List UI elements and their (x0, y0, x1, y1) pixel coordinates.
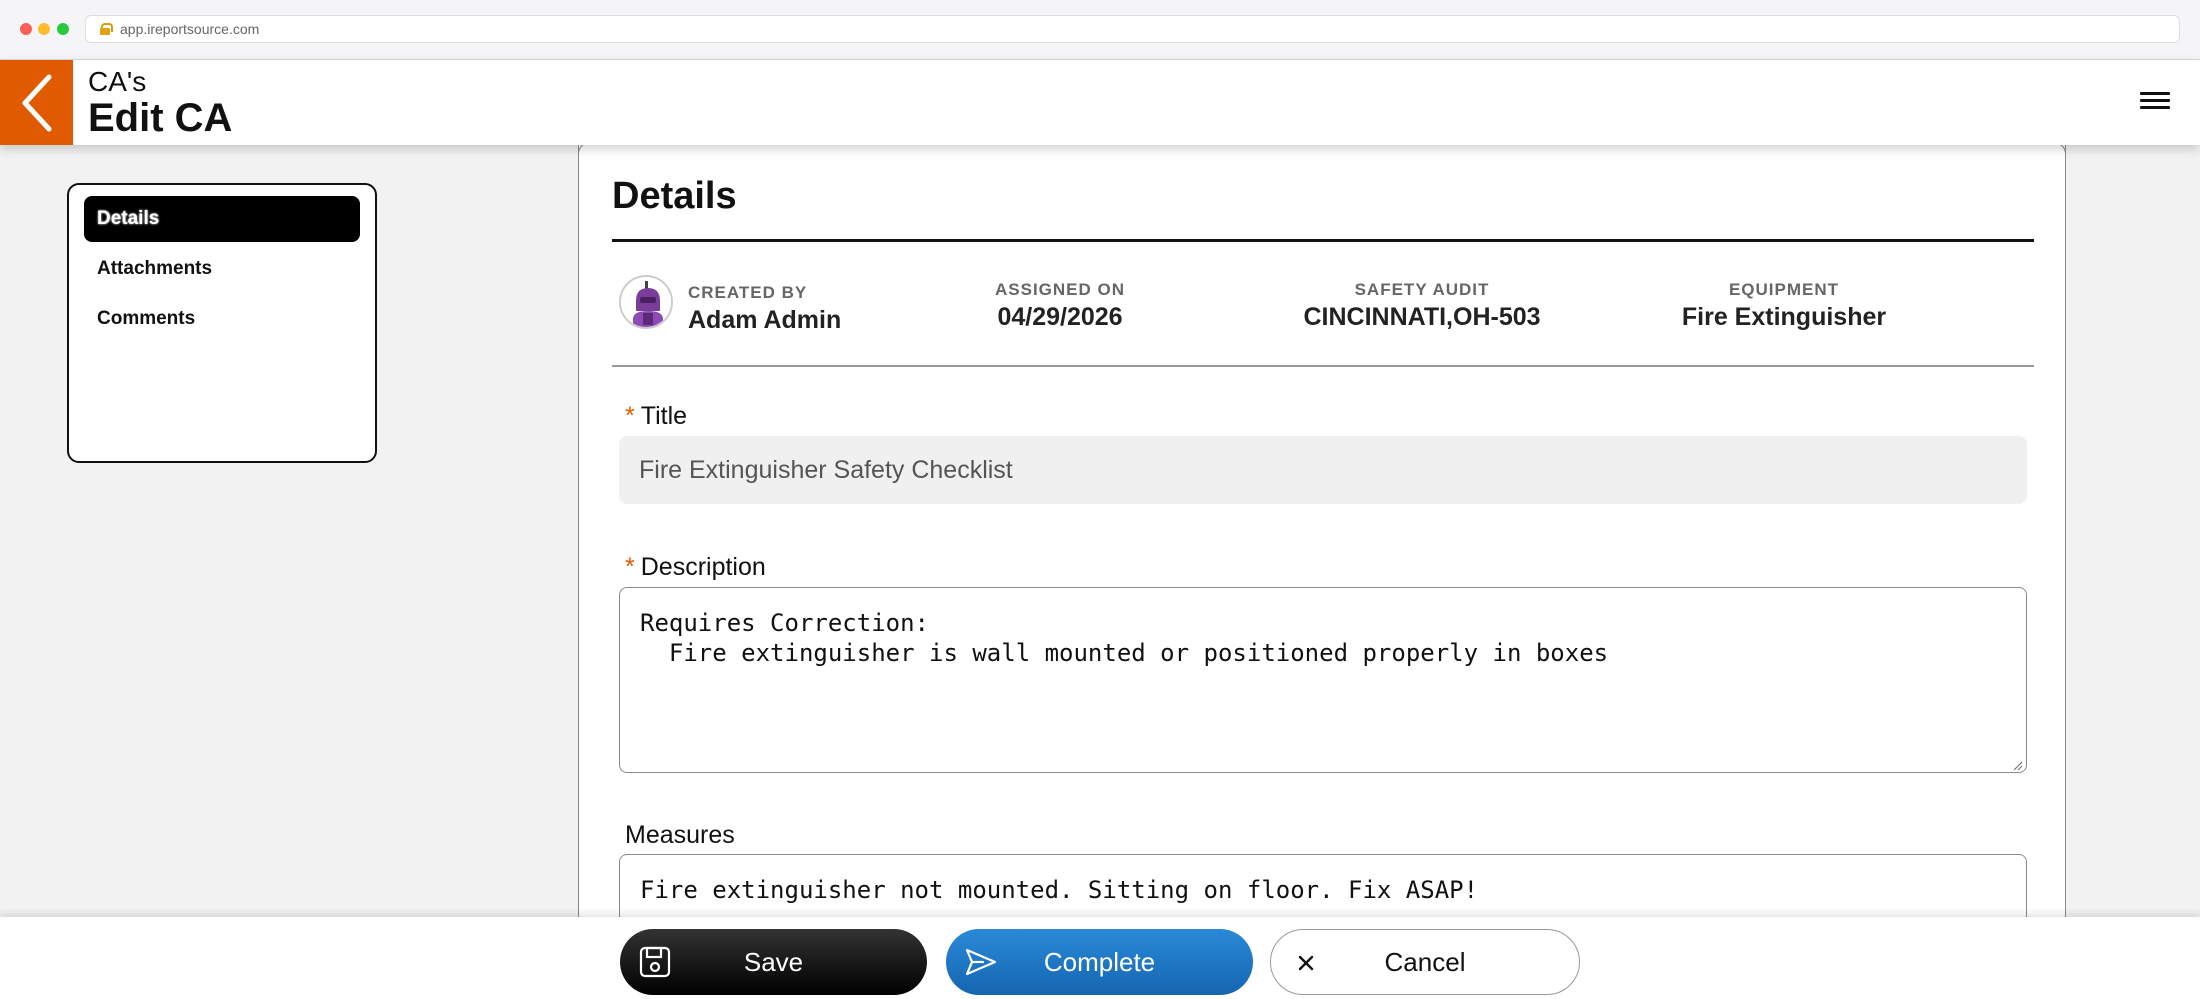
menu-icon (2140, 92, 2170, 95)
page-title: Edit CA (88, 96, 233, 140)
safety-audit: SAFETY AUDIT CINCINNATI,OH-503 (1262, 280, 1582, 332)
assigned-on-label: ASSIGNED ON (994, 280, 1126, 299)
cancel-button[interactable]: Cancel (1270, 929, 1580, 995)
equipment: EQUIPMENT Fire Extinguisher (1624, 280, 1944, 332)
send-icon (965, 948, 997, 976)
floppy-disk-icon (639, 946, 671, 978)
safety-audit-value[interactable]: CINCINNATI,OH-503 (1262, 303, 1582, 332)
section-title: Details (612, 175, 737, 217)
app-header: CA's Edit CA (0, 60, 2200, 145)
title-divider (612, 239, 2034, 242)
required-marker: * (625, 553, 635, 581)
hamburger-menu-button[interactable] (2140, 88, 2170, 116)
browser-chrome: app.ireportsource.com (0, 0, 2200, 60)
back-button[interactable] (0, 60, 73, 145)
details-card: Details CREATED BY Adam Admin ASSIGNED O… (578, 142, 2066, 954)
header-subtitle: CA's (88, 66, 147, 97)
close-window-button[interactable] (20, 23, 32, 35)
sidebar-item-details[interactable]: Details (84, 196, 360, 242)
description-textarea[interactable]: Requires Correction: Fire extinguisher i… (619, 587, 2027, 773)
title-field-label: * Title (625, 402, 688, 430)
created-by-label: CREATED BY (688, 283, 808, 302)
minimize-window-button[interactable] (38, 23, 50, 35)
address-bar[interactable]: app.ireportsource.com (85, 15, 2180, 43)
created-by: CREATED BY Adam Admin (688, 283, 841, 335)
safety-audit-label: SAFETY AUDIT (1354, 280, 1490, 299)
url-text: app.ireportsource.com (120, 21, 260, 37)
description-field-label: * Description (625, 553, 766, 581)
sidebar-item-comments[interactable]: Comments (84, 296, 360, 342)
assigned-on: ASSIGNED ON 04/29/2026 (900, 280, 1220, 332)
meta-row: CREATED BY Adam Admin ASSIGNED ON 04/29/… (612, 263, 2034, 365)
action-bar: Save Complete Cancel (0, 917, 2200, 999)
created-by-value: Adam Admin (688, 306, 842, 334)
close-icon (1298, 955, 1314, 971)
maximize-window-button[interactable] (57, 23, 69, 35)
assigned-on-value: 04/29/2026 (997, 303, 1123, 331)
complete-button[interactable]: Complete (946, 929, 1253, 995)
required-marker: * (625, 402, 635, 430)
measures-field-label: Measures (625, 821, 735, 849)
resize-handle-icon[interactable] (2011, 759, 2023, 771)
meta-divider (612, 365, 2034, 367)
user-avatar-icon (621, 277, 671, 327)
lock-icon (100, 23, 113, 35)
sidebar-item-attachments[interactable]: Attachments (84, 246, 360, 292)
equipment-value[interactable]: Fire Extinguisher (1624, 303, 1944, 332)
avatar (619, 275, 673, 329)
sidebar-nav: Details Attachments Comments (67, 183, 377, 463)
equipment-label: EQUIPMENT (1728, 280, 1840, 299)
chevron-left-icon (22, 74, 51, 131)
save-button[interactable]: Save (620, 929, 927, 995)
title-input[interactable] (619, 436, 2027, 504)
